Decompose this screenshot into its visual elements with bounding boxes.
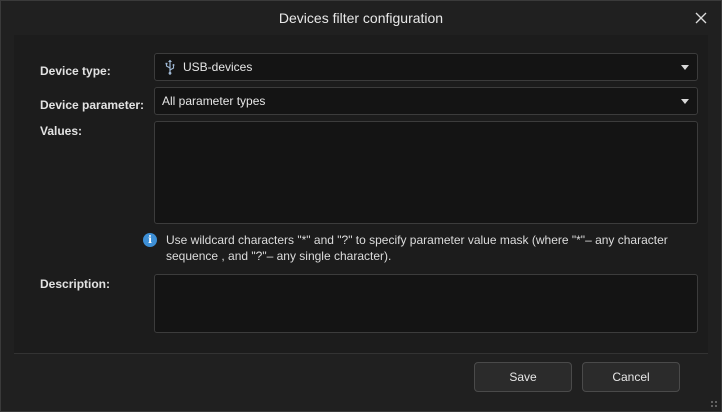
title-bar[interactable]: Devices filter configuration [1, 1, 721, 35]
device-parameter-label: Device parameter: [40, 98, 145, 112]
devices-filter-dialog: Devices filter configuration Device type… [0, 0, 722, 412]
device-type-value: USB-devices [183, 60, 253, 74]
info-icon: i [143, 233, 157, 247]
form-panel: Device type: USB-devices Device paramete… [14, 35, 708, 354]
resize-grip-icon[interactable] [710, 400, 718, 408]
close-button[interactable] [689, 6, 713, 30]
close-icon [695, 12, 707, 24]
description-textarea[interactable] [154, 274, 698, 333]
values-textarea[interactable] [154, 121, 698, 224]
device-type-select[interactable]: USB-devices [154, 53, 698, 81]
usb-icon [165, 59, 175, 75]
device-parameter-select[interactable]: All parameter types [154, 87, 698, 115]
cancel-button[interactable]: Cancel [582, 362, 680, 392]
values-label: Values: [40, 124, 83, 138]
chevron-down-icon [681, 65, 689, 70]
wildcard-hint: i Use wildcard characters "*" and "?" to… [143, 232, 683, 264]
chevron-down-icon [681, 99, 689, 104]
dialog-title: Devices filter configuration [278, 10, 444, 26]
description-label: Description: [40, 277, 111, 291]
device-parameter-value: All parameter types [162, 94, 266, 108]
save-button[interactable]: Save [474, 362, 572, 392]
device-type-label: Device type: [40, 64, 111, 78]
wildcard-hint-text: Use wildcard characters "*" and "?" to s… [166, 233, 668, 263]
